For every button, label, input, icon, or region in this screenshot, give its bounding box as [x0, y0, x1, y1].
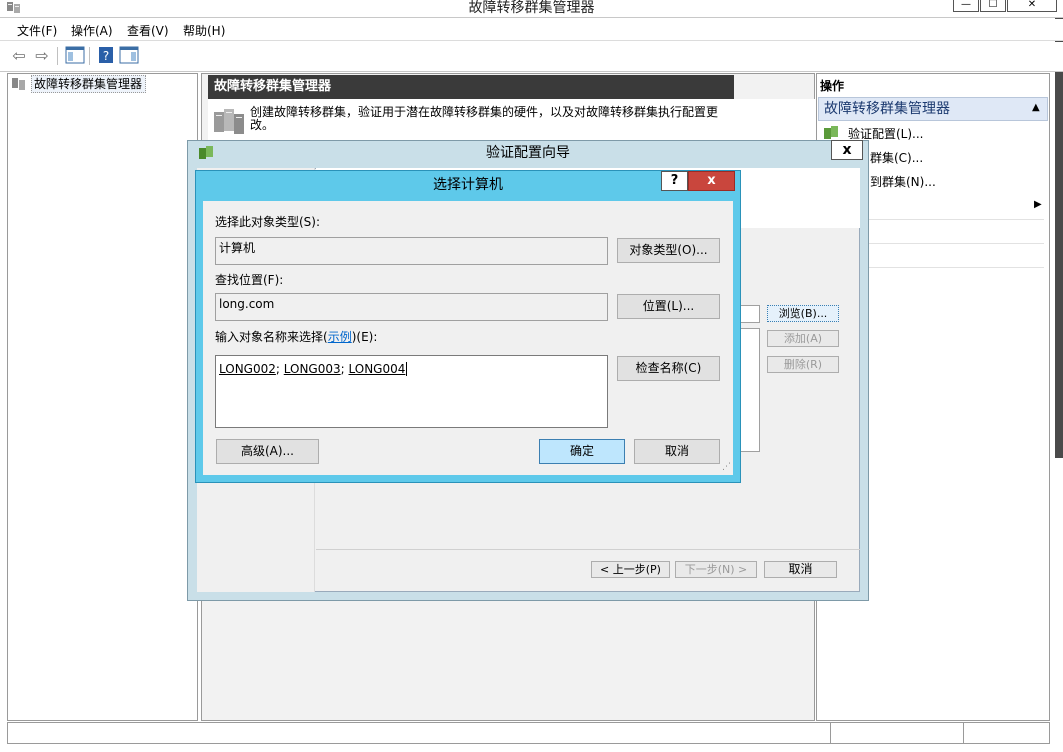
action-divider — [848, 219, 1044, 220]
action-connect-to-cluster[interactable]: 到群集(N)... — [870, 174, 936, 190]
window-title: 故障转移群集管理器 — [468, 0, 595, 16]
resolved-name: LONG002 — [219, 362, 276, 376]
wizard-close-button[interactable]: x — [831, 140, 863, 160]
action-divider — [848, 243, 1044, 244]
dialog-cancel-button[interactable]: 取消 — [634, 439, 720, 464]
close-window-button[interactable]: ✕ — [1007, 0, 1057, 12]
object-types-button[interactable]: 对象类型(O)... — [617, 238, 720, 263]
forward-arrow-icon[interactable]: ⇨ — [32, 46, 52, 66]
background-window-edge — [1055, 18, 1063, 458]
show-hide-tree-icon[interactable] — [65, 46, 85, 66]
menu-help[interactable]: 帮助(H) — [183, 23, 225, 39]
toolbar-separator — [57, 47, 58, 65]
wizard-cancel-button[interactable]: 取消 — [764, 561, 837, 578]
resize-grip-icon[interactable]: ⋰ — [722, 462, 731, 472]
object-names-input[interactable]: LONG002; LONG003; LONG004 — [215, 355, 608, 428]
cluster-servers-icon — [212, 106, 246, 139]
object-type-label: 选择此对象类型(S): — [215, 215, 321, 229]
ok-button[interactable]: 确定 — [539, 439, 625, 464]
wizard-title: 验证配置向导 — [486, 145, 570, 161]
back-arrow-icon[interactable]: ⇦ — [9, 46, 29, 66]
help-book-icon[interactable]: ? — [96, 46, 116, 66]
object-names-label: 输入对象名称来选择(示例)(E): — [215, 330, 378, 344]
tree-item-cluster-manager[interactable]: 故障转移群集管理器 — [31, 75, 147, 93]
menu-action[interactable]: 操作(A) — [71, 23, 113, 39]
minimize-button[interactable]: — — [953, 0, 979, 12]
help-button[interactable]: ? — [661, 171, 688, 191]
content-description: 创建故障转移群集，验证用于潜在故障转移群集的硬件，以及对故障转移群集执行配置更改… — [250, 105, 719, 132]
locations-button[interactable]: 位置(L)... — [617, 294, 720, 319]
location-field: long.com — [215, 293, 608, 321]
browse-button[interactable]: 浏览(B)... — [767, 305, 839, 322]
check-names-button[interactable]: 检查名称(C) — [617, 356, 720, 381]
svg-text:?: ? — [103, 49, 109, 63]
actions-section-label: 故障转移群集管理器 — [824, 101, 950, 117]
add-button[interactable]: 添加(A) — [767, 330, 839, 347]
status-bar-divider — [963, 722, 964, 744]
show-hide-action-pane-icon[interactable] — [119, 46, 139, 66]
next-button[interactable]: 下一步(N) > — [675, 561, 757, 578]
cluster-manager-icon — [12, 77, 28, 94]
status-bar — [7, 722, 1050, 744]
previous-button[interactable]: < 上一步(P) — [591, 561, 670, 578]
object-type-field: 计算机 — [215, 237, 608, 265]
menu-file[interactable]: 文件(F) — [17, 23, 57, 39]
advanced-button[interactable]: 高级(A)... — [216, 439, 319, 464]
dialog-title: 选择计算机 — [433, 177, 503, 193]
menu-view[interactable]: 查看(V) — [127, 23, 169, 39]
location-label: 查找位置(F): — [215, 273, 284, 287]
action-create-cluster[interactable]: 群集(C)... — [870, 150, 923, 166]
submenu-arrow-icon: ▶ — [1034, 199, 1042, 210]
server-name-input[interactable] — [740, 305, 760, 323]
text-caret — [406, 362, 408, 376]
maximize-button[interactable]: ☐ — [980, 0, 1006, 12]
resolved-name: LONG004 — [348, 362, 406, 376]
collapse-triangle-icon[interactable]: ▲ — [1032, 102, 1040, 113]
toolbar-separator — [89, 47, 90, 65]
resolved-name: LONG003 — [283, 362, 341, 376]
actions-pane-title: 操作 — [820, 79, 845, 93]
examples-link[interactable]: 示例 — [328, 330, 352, 344]
toolbar — [0, 42, 1063, 72]
selected-servers-list[interactable] — [740, 328, 760, 452]
content-header: 故障转移群集管理器 — [208, 75, 734, 99]
action-divider — [848, 267, 1044, 268]
remove-button[interactable]: 删除(R) — [767, 356, 839, 373]
dialog-close-button[interactable]: x — [688, 171, 735, 191]
wizard-footer-divider — [316, 549, 860, 550]
status-bar-divider — [830, 722, 831, 744]
console-tree-pane — [7, 73, 198, 721]
